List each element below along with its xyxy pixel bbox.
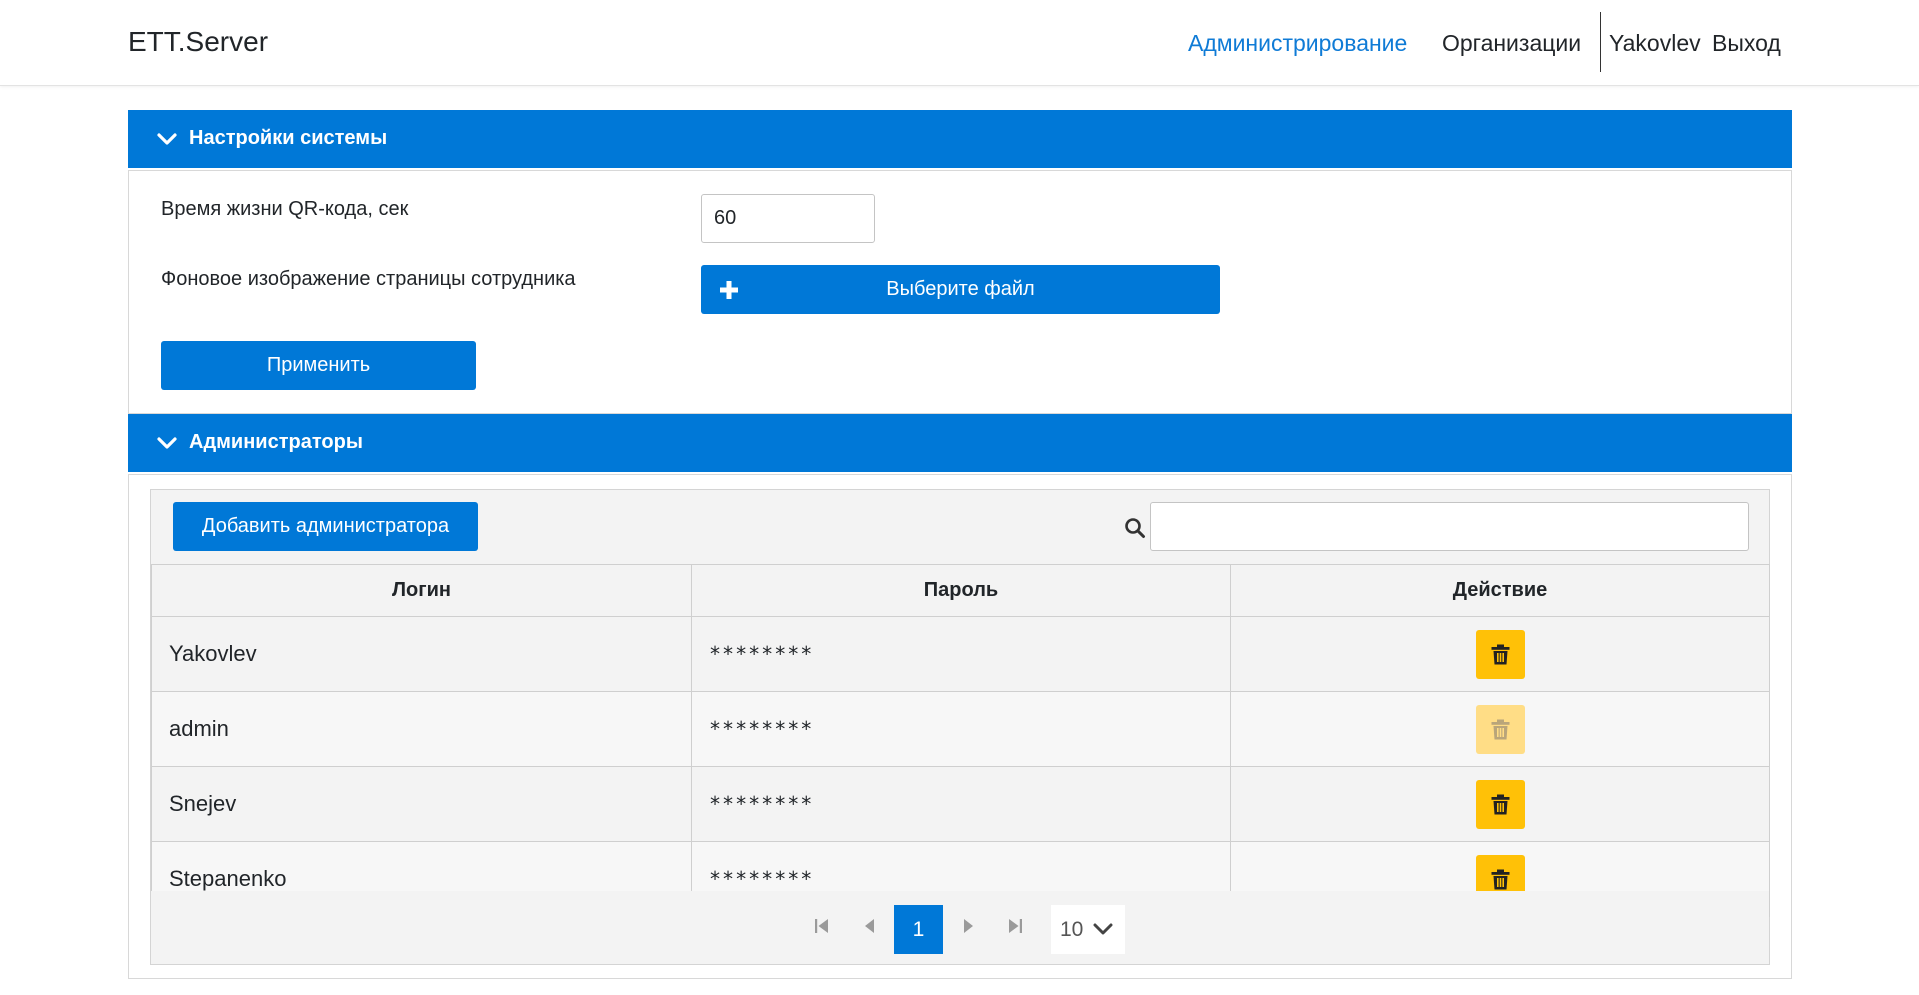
chevron-down-icon: [157, 437, 177, 449]
settings-panel-body: Время жизни QR-кода, сек Фоновое изображ…: [128, 170, 1792, 414]
qr-lifetime-label: Время жизни QR-кода, сек: [161, 198, 409, 220]
apply-button[interactable]: Применить: [161, 341, 476, 390]
grid-toolbar: Добавить администратора: [151, 490, 1769, 564]
settings-panel-header[interactable]: Настройки системы: [128, 110, 1792, 168]
admins-table: Логин Пароль Действие Yakovlev ********: [151, 564, 1770, 917]
action-cell: [1230, 616, 1770, 692]
pager: 1 10: [151, 891, 1769, 964]
current-user-name[interactable]: Yakovlev: [1609, 30, 1701, 57]
action-cell: [1230, 766, 1770, 842]
delete-button[interactable]: [1475, 629, 1525, 679]
delete-button-disabled: [1475, 704, 1525, 754]
last-page-icon[interactable]: [1007, 917, 1023, 935]
table-row[interactable]: Snejev ********: [151, 766, 1770, 842]
page-size-value: 10: [1060, 918, 1084, 941]
add-admin-button[interactable]: Добавить администратора: [173, 502, 478, 551]
login-cell: Yakovlev: [151, 616, 692, 692]
choose-file-label: Выберите файл: [886, 278, 1035, 300]
next-page-icon[interactable]: [961, 917, 975, 935]
password-cell: ********: [691, 766, 1231, 842]
page-number-current[interactable]: 1: [894, 905, 943, 954]
table-row[interactable]: Yakovlev ********: [151, 616, 1770, 692]
search-icon: [1125, 518, 1145, 538]
logout-link[interactable]: Выход: [1712, 30, 1781, 57]
column-header-action: Действие: [1230, 564, 1770, 617]
background-image-label: Фоновое изображение страницы сотрудника: [161, 268, 576, 290]
trash-icon: [1491, 869, 1509, 889]
login-cell: admin: [151, 691, 692, 767]
admins-panel-title: Администраторы: [189, 431, 363, 453]
password-cell: ********: [691, 691, 1231, 767]
chevron-down-icon: [157, 133, 177, 145]
column-header-login[interactable]: Логин: [151, 564, 692, 617]
trash-icon: [1491, 719, 1509, 739]
brand-link[interactable]: ETT.Server: [128, 26, 268, 58]
password-cell: ********: [691, 616, 1231, 692]
table-row[interactable]: admin ********: [151, 691, 1770, 767]
page-size-select[interactable]: 10: [1051, 905, 1125, 954]
admins-grid: Добавить администратора Логин Пароль Дей…: [150, 489, 1770, 965]
action-cell: [1230, 691, 1770, 767]
first-page-icon[interactable]: [814, 917, 830, 935]
qr-lifetime-input[interactable]: [701, 194, 875, 243]
settings-panel-title: Настройки системы: [189, 127, 388, 149]
delete-button[interactable]: [1475, 779, 1525, 829]
search-input[interactable]: [1150, 502, 1749, 551]
nav-divider: [1600, 12, 1601, 72]
trash-icon: [1491, 794, 1509, 814]
chevron-down-icon: [1093, 923, 1113, 935]
trash-icon: [1491, 644, 1509, 664]
column-header-password[interactable]: Пароль: [691, 564, 1231, 617]
top-navbar: ETT.Server Администрирование Организации…: [0, 0, 1919, 86]
nav-link-administration[interactable]: Администрирование: [1188, 30, 1407, 57]
nav-link-organizations[interactable]: Организации: [1442, 30, 1581, 57]
login-cell: Snejev: [151, 766, 692, 842]
prev-page-icon[interactable]: [863, 917, 877, 935]
admins-panel-header[interactable]: Администраторы: [128, 414, 1792, 472]
choose-file-button[interactable]: Выберите файл: [701, 265, 1220, 314]
table-header-row: Логин Пароль Действие: [151, 564, 1770, 617]
